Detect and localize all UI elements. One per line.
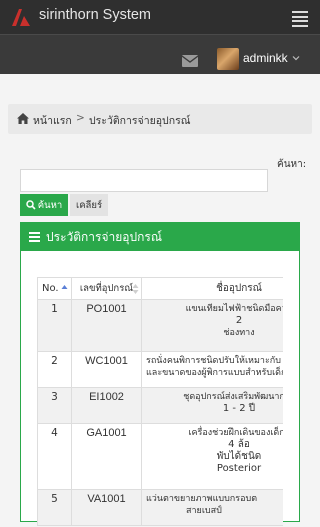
- breadcrumb-home-link[interactable]: หน้าแรก: [33, 112, 72, 129]
- clear-button[interactable]: เคลียร์: [70, 194, 108, 216]
- row-name: ชุดอุปกรณ์ส่งเสริมพัฒนาการ 1 - 2 ปี: [141, 387, 283, 424]
- logo-icon[interactable]: [10, 7, 32, 27]
- row-no: 2: [37, 351, 72, 388]
- row-name: แว่นตาขยายภาพแบบกรอบต สายเบสป์: [141, 489, 283, 526]
- row-name-line: แขนเทียมไฟฟ้าชนิดมือควบ: [185, 304, 283, 314]
- row-code: WC1001: [71, 351, 142, 388]
- row-no: 3: [37, 387, 72, 424]
- column-header-name-label: ชื่ออุปกรณ์: [216, 283, 262, 294]
- row-name-line: ชุดอุปกรณ์ส่งเสริมพัฒนาการ: [183, 392, 283, 402]
- row-name: เครื่องช่วยฝึกเดินของเด็กร 4 ล้อ พับได้ช…: [141, 423, 283, 490]
- row-name-line: สายเบสป์: [186, 506, 222, 516]
- search-icon: [26, 200, 36, 210]
- row-name-line: Posterior: [216, 463, 262, 474]
- sort-asc-icon: [61, 285, 68, 289]
- breadcrumb-current: ประวัติการจ่ายอุปกรณ์: [89, 115, 191, 127]
- hamburger-icon[interactable]: [292, 11, 308, 27]
- top-navbar: sirinthorn System: [0, 0, 320, 34]
- row-code: EI1002: [71, 387, 142, 424]
- column-header-code-label: เลขที่อุปกรณ์: [79, 283, 134, 294]
- row-name-line: 4 ล้อ: [228, 439, 250, 450]
- history-table: No. เลขที่อุปกรณ์ ชื่ออุปกรณ์ 1 PO1001 แ…: [37, 277, 283, 526]
- row-name-line: แว่นตาขยายภาพแบบกรอบต: [146, 494, 258, 504]
- user-bar: adminkk: [0, 34, 320, 74]
- row-no: 5: [37, 489, 72, 526]
- row-name-line: ช่องทาง: [223, 328, 255, 338]
- search-button-label: ค้นหา: [37, 199, 63, 211]
- list-icon: [29, 232, 40, 242]
- row-no: 4: [37, 423, 72, 490]
- home-icon: [17, 113, 29, 124]
- avatar[interactable]: [217, 48, 239, 70]
- row-name-line: พับได้ชนิด: [216, 451, 262, 462]
- row-code: VA1001: [71, 489, 142, 526]
- column-header-no[interactable]: No.: [37, 277, 72, 300]
- search-button[interactable]: ค้นหา: [20, 194, 68, 216]
- breadcrumb-separator: >: [76, 112, 85, 124]
- row-name-line: และขนาดของผู้พิการแบบสำหรับเด็กที่: [146, 368, 283, 378]
- chevron-down-icon[interactable]: [292, 54, 300, 62]
- mail-icon[interactable]: [182, 55, 198, 67]
- row-code: GA1001: [71, 423, 142, 490]
- row-name-line: 2: [235, 315, 243, 326]
- username[interactable]: adminkk: [243, 51, 288, 65]
- row-name: แขนเทียมไฟฟ้าชนิดมือควบ 2 ช่องทาง: [141, 299, 283, 352]
- table-container[interactable]: No. เลขที่อุปกรณ์ ชื่ออุปกรณ์ 1 PO1001 แ…: [37, 277, 283, 527]
- row-name-line: เครื่องช่วยฝึกเดินของเด็กร: [188, 428, 283, 438]
- table-row[interactable]: 3 EI1002 ชุดอุปกรณ์ส่งเสริมพัฒนาการ 1 - …: [37, 387, 283, 424]
- row-name: รถนั่งคนพิการชนิดปรับให้เหมาะกับ และขนาด…: [141, 351, 283, 388]
- app-title[interactable]: sirinthorn System: [39, 7, 151, 23]
- panel-header: ประวัติการจ่ายอุปกรณ์: [21, 223, 299, 251]
- column-header-code[interactable]: เลขที่อุปกรณ์: [71, 277, 142, 300]
- table-row[interactable]: 4 GA1001 เครื่องช่วยฝึกเดินของเด็กร 4 ล้…: [37, 423, 283, 490]
- search-input[interactable]: [20, 169, 268, 192]
- row-name-line: รถนั่งคนพิการชนิดปรับให้เหมาะกับ: [146, 356, 281, 366]
- breadcrumb: หน้าแรก > ประวัติการจ่ายอุปกรณ์: [8, 104, 312, 134]
- column-header-no-label: No.: [42, 283, 59, 294]
- column-header-name[interactable]: ชื่ออุปกรณ์: [141, 277, 283, 300]
- row-code: PO1001: [71, 299, 142, 352]
- table-row[interactable]: 5 VA1001 แว่นตาขยายภาพแบบกรอบต สายเบสป์: [37, 489, 283, 526]
- row-no: 1: [37, 299, 72, 352]
- search-label: ค้นหา:: [277, 159, 307, 170]
- row-name-line: 1 - 2 ปี: [222, 403, 256, 414]
- sort-icon: [132, 284, 139, 294]
- table-row[interactable]: 2 WC1001 รถนั่งคนพิการชนิดปรับให้เหมาะกั…: [37, 351, 283, 388]
- table-row[interactable]: 1 PO1001 แขนเทียมไฟฟ้าชนิดมือควบ 2 ช่องท…: [37, 299, 283, 352]
- history-panel: ประวัติการจ่ายอุปกรณ์ No. เลขที่อุปกรณ์: [20, 222, 300, 526]
- panel-title: ประวัติการจ่ายอุปกรณ์: [46, 229, 162, 244]
